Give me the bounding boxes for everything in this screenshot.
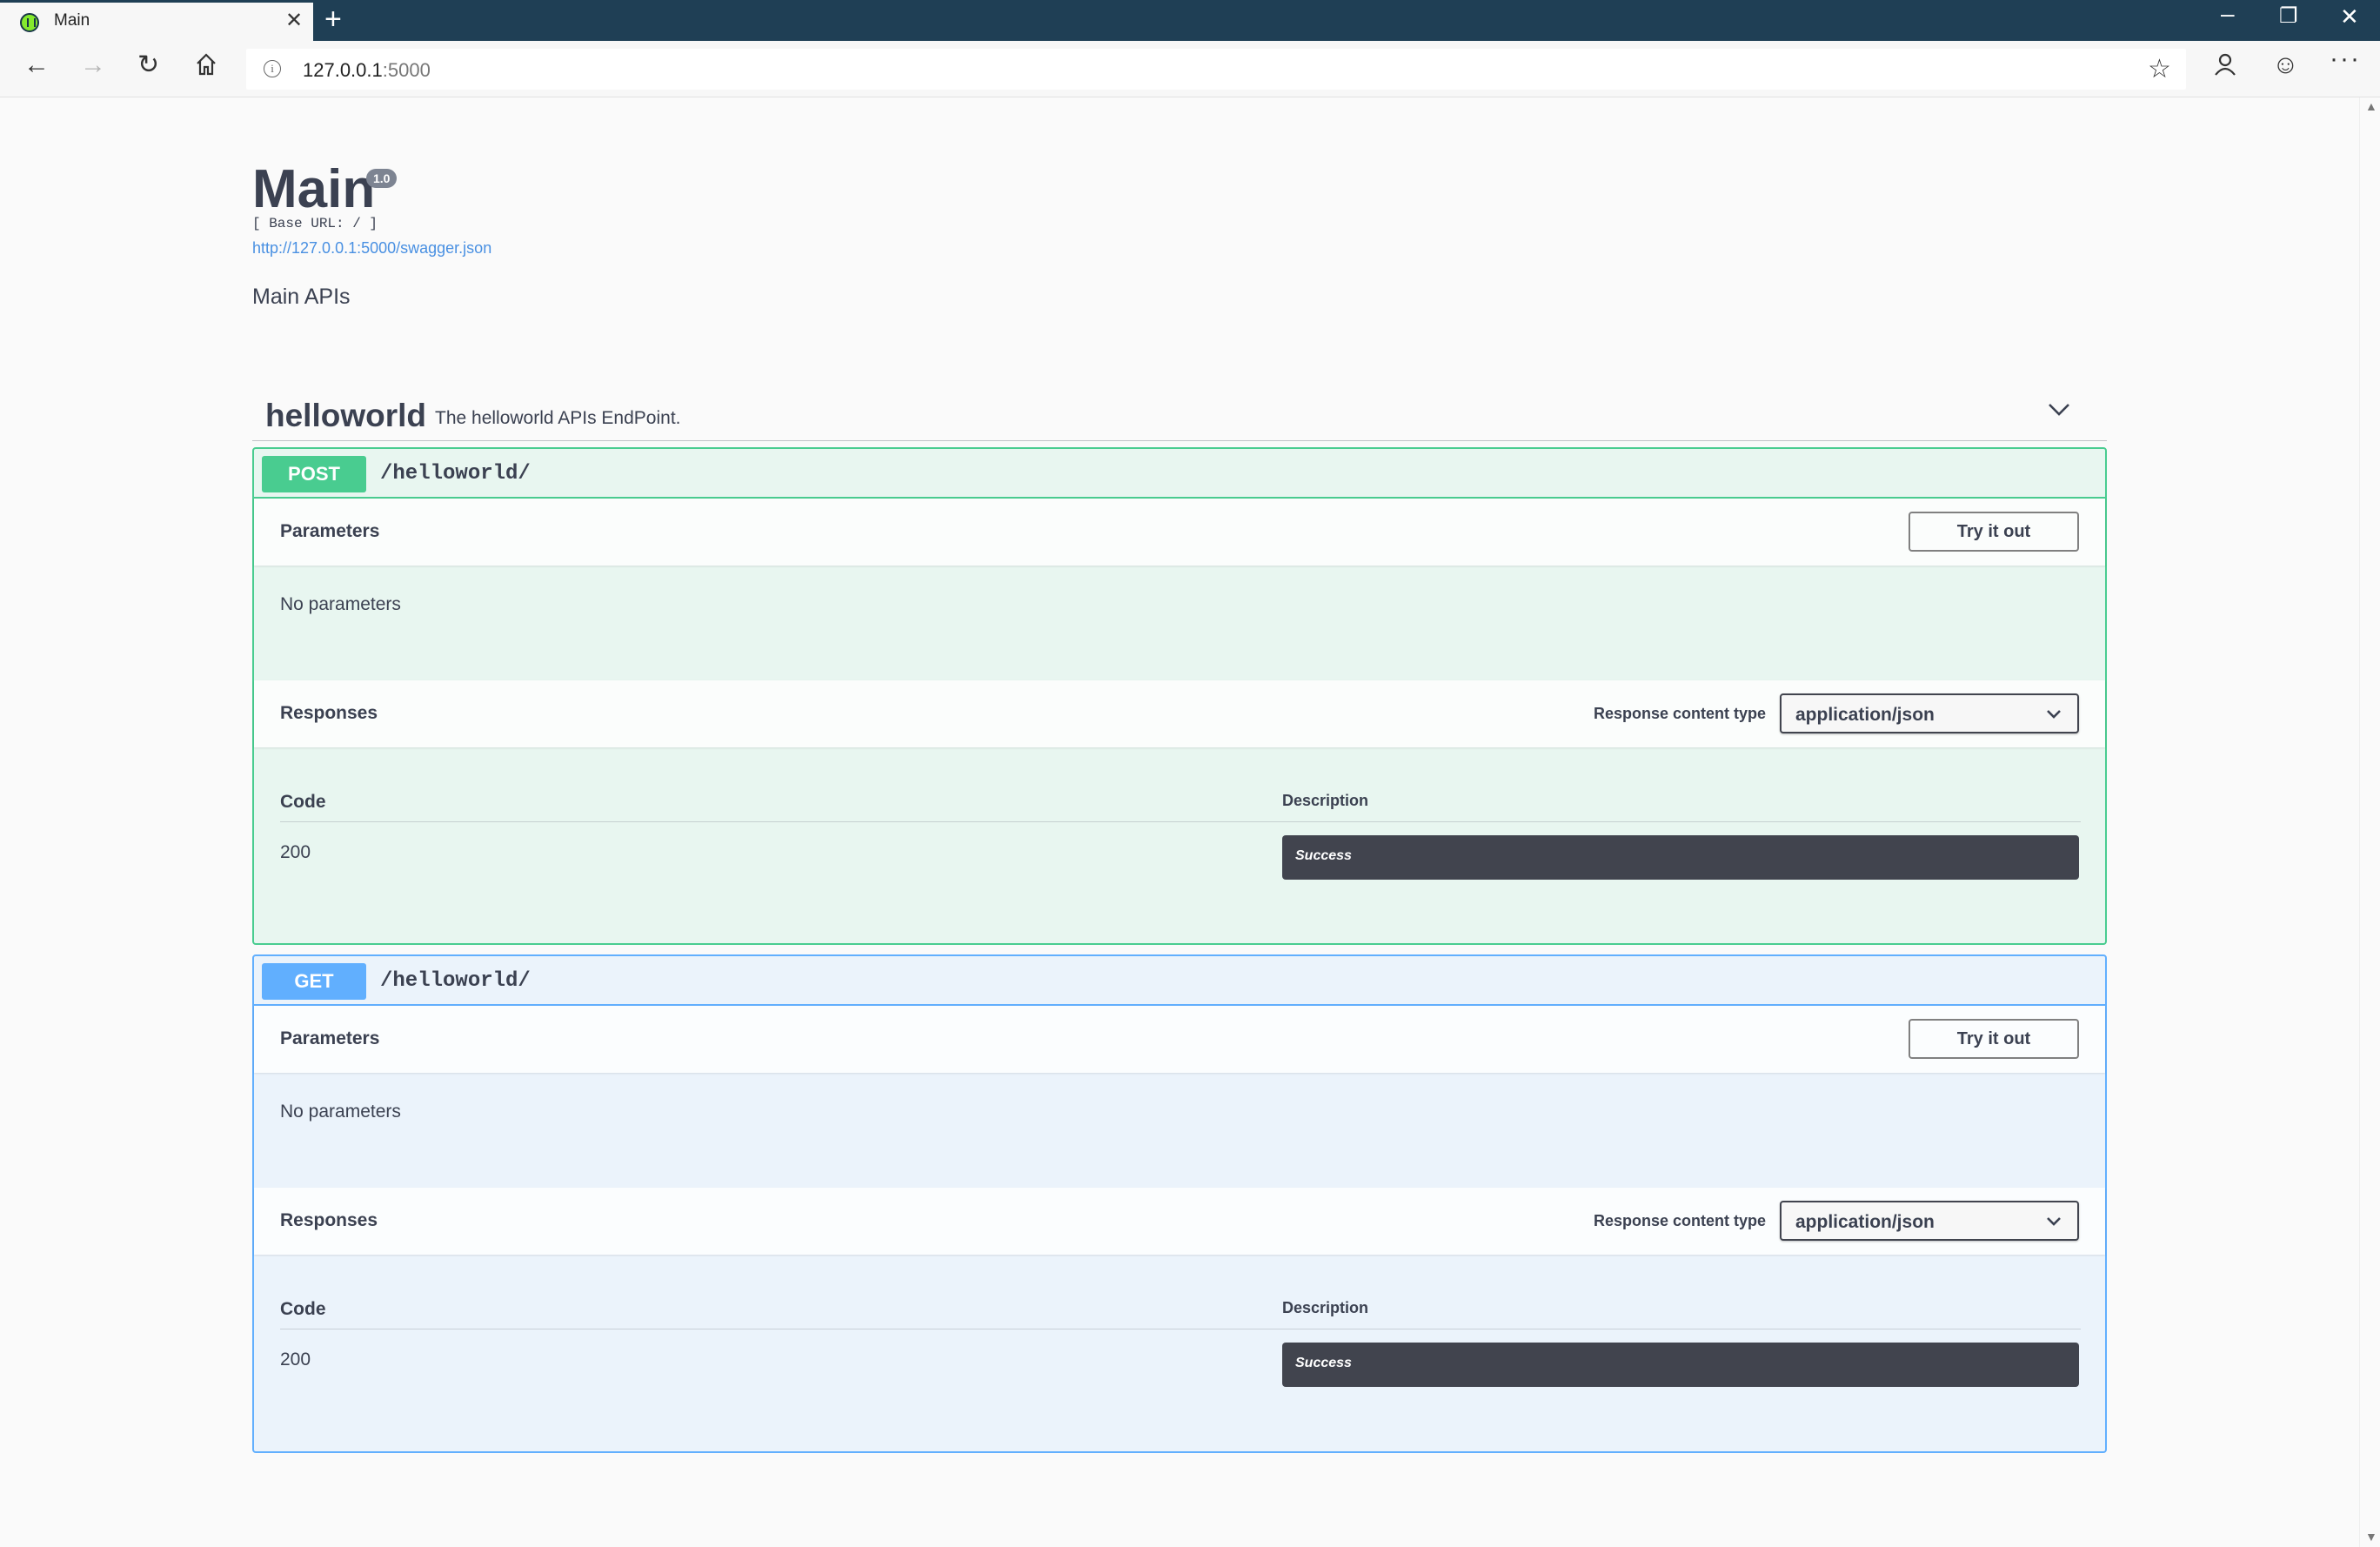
tag-section-header[interactable]: helloworld The helloworld APIs EndPoint. [252, 380, 2107, 441]
opblock-post-helloworld: POST /helloworld/ Parameters Try it out … [252, 447, 2107, 945]
chevron-down-icon [2047, 1217, 2061, 1226]
version-badge: 1.0 [366, 169, 398, 188]
home-icon[interactable] [195, 52, 217, 82]
tab-close-icon[interactable]: ✕ [285, 8, 303, 33]
api-title: Main [252, 159, 376, 219]
method-badge: POST [262, 456, 366, 492]
try-it-out-button[interactable]: Try it out [1909, 1019, 2079, 1059]
response-code: 200 [280, 842, 311, 862]
opblock-get-helloworld: GET /helloworld/ Parameters Try it out N… [252, 954, 2107, 1453]
browser-titlebar: Main ✕ + – ❐ ✕ [0, 0, 2380, 41]
window-minimize-icon[interactable]: – [2221, 0, 2235, 28]
responses-header: Responses Response content type applicat… [254, 680, 2105, 747]
refresh-icon[interactable]: ↻ [137, 52, 159, 78]
responses-title: Responses [280, 703, 378, 723]
content-type-value: application/json [1795, 1212, 1935, 1232]
response-description: Success [1295, 1356, 1352, 1370]
response-content-type-label: Response content type [1593, 705, 1766, 722]
collapse-chevron-icon[interactable] [2046, 396, 2072, 422]
parameters-header: Parameters Try it out [254, 1006, 2105, 1073]
scroll-up-arrow-icon[interactable]: ▲ [2365, 99, 2377, 113]
response-description: Success [1295, 848, 1352, 863]
page-scrollbar[interactable]: ▲ ▼ [2359, 97, 2380, 1547]
description-column-header: Description [1282, 792, 1369, 809]
new-tab-icon[interactable]: + [324, 3, 342, 37]
swagger-json-link[interactable]: http://127.0.0.1:5000/swagger.json [252, 239, 491, 258]
back-icon[interactable]: ← [23, 52, 50, 78]
swagger-favicon-icon [20, 13, 39, 32]
more-menu-icon[interactable]: ··· [2330, 46, 2361, 72]
opblock-summary[interactable]: GET /helloworld/ [254, 956, 2105, 1006]
profile-icon[interactable] [2214, 52, 2236, 82]
no-parameters-text: No parameters [280, 594, 401, 614]
address-text[interactable]: 127.0.0.1:5000 [303, 59, 431, 82]
favorite-star-icon[interactable]: ☆ [2148, 54, 2171, 84]
response-content-type-label: Response content type [1593, 1212, 1766, 1229]
endpoint-path: /helloworld/ [380, 969, 531, 993]
code-column-header: Code [280, 792, 326, 812]
tab-title: Main [54, 11, 90, 30]
chevron-down-icon [2047, 710, 2061, 719]
browser-toolbar: ← → ↻ i 127.0.0.1:5000 ☆ ☺ ··· [0, 41, 2380, 97]
response-content-type-select[interactable]: application/json [1780, 1201, 2079, 1241]
no-parameters-text: No parameters [280, 1102, 401, 1122]
site-info-icon[interactable]: i [264, 60, 281, 77]
api-description: Main APIs [252, 285, 351, 309]
tag-name: helloworld [265, 398, 426, 433]
feedback-smiley-icon[interactable]: ☺ [2272, 52, 2299, 78]
response-description-box: Success [1282, 1343, 2079, 1387]
description-column-header: Description [1282, 1299, 1369, 1316]
content-type-value: application/json [1795, 705, 1935, 725]
opblock-summary[interactable]: POST /helloworld/ [254, 449, 2105, 499]
try-it-out-button[interactable]: Try it out [1909, 512, 2079, 552]
code-column-header: Code [280, 1299, 326, 1319]
response-code: 200 [280, 1349, 311, 1370]
parameters-title: Parameters [280, 521, 380, 541]
base-url: [ Base URL: / ] [252, 216, 378, 231]
address-bar[interactable]: i 127.0.0.1:5000 ☆ [246, 49, 2186, 90]
window-restore-icon[interactable]: ❐ [2279, 3, 2298, 29]
tag-description: The helloworld APIs EndPoint. [435, 408, 681, 428]
method-badge: GET [262, 963, 366, 1000]
parameters-title: Parameters [280, 1028, 380, 1048]
window-close-icon[interactable]: ✕ [2340, 3, 2359, 30]
scroll-down-arrow-icon[interactable]: ▼ [2365, 1530, 2377, 1544]
endpoint-path: /helloworld/ [380, 462, 531, 486]
responses-title: Responses [280, 1210, 378, 1230]
browser-tab[interactable]: Main ✕ [0, 0, 313, 41]
forward-icon[interactable]: → [80, 52, 106, 78]
response-description-box: Success [1282, 835, 2079, 880]
response-content-type-select[interactable]: application/json [1780, 693, 2079, 733]
parameters-header: Parameters Try it out [254, 499, 2105, 566]
responses-header: Responses Response content type applicat… [254, 1188, 2105, 1255]
table-divider [280, 821, 2081, 822]
page-viewport: Main 1.0 [ Base URL: / ] http://127.0.0.… [0, 97, 2359, 1547]
